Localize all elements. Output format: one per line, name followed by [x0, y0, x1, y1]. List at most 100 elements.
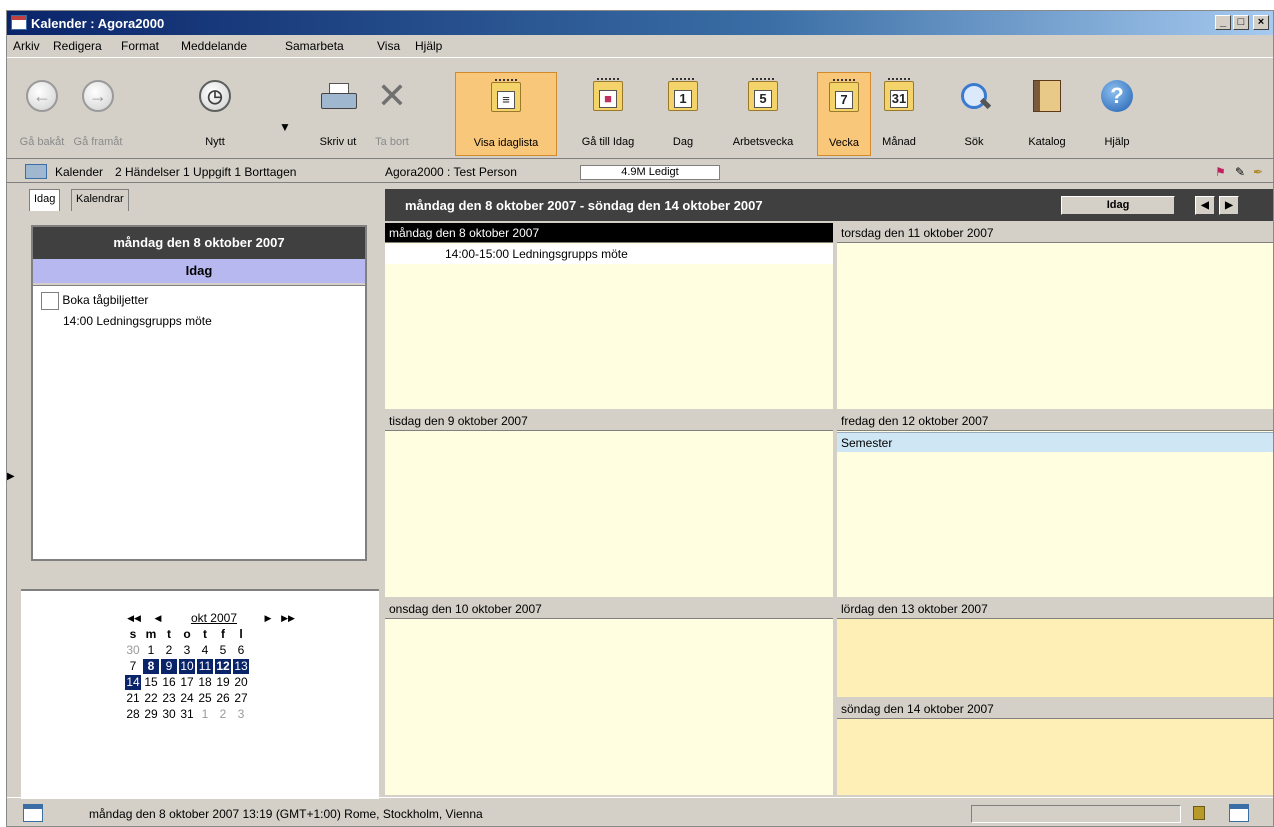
today-panel: måndag den 8 oktober 2007 Idag Boka tågb… — [31, 225, 367, 561]
tab-idag[interactable]: Idag — [29, 189, 61, 211]
month-view-button[interactable]: 31 Månad — [875, 76, 923, 156]
minical-day[interactable]: 10 — [179, 659, 195, 674]
today-event-item[interactable]: 14:00 Ledningsgrupps möte — [63, 314, 212, 332]
minical-day[interactable]: 6 — [233, 643, 249, 658]
minical-day[interactable]: 9 — [161, 659, 177, 674]
today-date-header: måndag den 8 oktober 2007 — [33, 227, 365, 259]
minical-day[interactable]: 14 — [125, 675, 141, 690]
minical-day[interactable]: 26 — [215, 691, 231, 706]
day-cell-wed[interactable]: onsdag den 10 oktober 2007 — [385, 599, 833, 795]
edit-icon[interactable]: ✎ — [1235, 165, 1245, 179]
back-button[interactable]: ← Gå bakåt — [17, 76, 67, 156]
minical-day[interactable]: 28 — [125, 707, 141, 722]
minical-day[interactable]: 25 — [197, 691, 213, 706]
weekday-label: m — [145, 627, 157, 641]
day-view-button[interactable]: 1 Dag — [663, 76, 703, 156]
minical-day[interactable]: 19 — [215, 675, 231, 690]
minimize-button[interactable]: _ — [1215, 15, 1231, 30]
day-title-wed: onsdag den 10 oktober 2007 — [385, 599, 833, 619]
minical-day[interactable]: 16 — [161, 675, 177, 690]
day-cell-fri[interactable]: fredag den 12 oktober 2007 Semester — [837, 411, 1273, 597]
folder-calendar-icon — [25, 164, 47, 179]
week-view-button[interactable]: 7 Vecka — [817, 72, 871, 156]
maximize-button[interactable]: □ — [1233, 15, 1249, 30]
week-today-button[interactable]: Idag — [1061, 196, 1175, 215]
task-checkbox[interactable] — [41, 292, 59, 310]
minical-day[interactable]: 1 — [197, 707, 213, 722]
minical-day[interactable]: 24 — [179, 691, 195, 706]
fri-event[interactable]: Semester — [837, 432, 1273, 452]
minical-day[interactable]: 8 — [143, 659, 159, 674]
minical-day[interactable]: 22 — [143, 691, 159, 706]
tab-kalendrar[interactable]: Kalendrar — [71, 189, 129, 211]
delete-button[interactable]: ✕ Ta bort — [367, 76, 417, 156]
minical-day[interactable]: 18 — [197, 675, 213, 690]
menu-visa[interactable]: Visa — [377, 39, 400, 53]
new-dropdown-arrow-icon[interactable]: ▼ — [279, 120, 291, 134]
agenda-button[interactable]: ≡ Visa idaglista — [455, 72, 557, 156]
button-minical-prev-month[interactable]: ◀ — [149, 613, 167, 624]
minical-month-label[interactable]: okt 2007 — [179, 611, 249, 625]
minical-day[interactable]: 11 — [197, 659, 213, 674]
minical-day[interactable]: 13 — [233, 659, 249, 674]
today-calendar-icon: ■ — [593, 78, 623, 111]
minical-day[interactable]: 2 — [161, 643, 177, 658]
print-button[interactable]: Skriv ut — [313, 76, 363, 156]
calendar-window: Kalender : Agora2000 _ □ × Arkiv Rediger… — [6, 10, 1274, 827]
minical-day[interactable]: 12 — [215, 659, 231, 674]
forward-button[interactable]: → Gå framåt — [71, 76, 125, 156]
minical-day[interactable]: 4 — [197, 643, 213, 658]
day-cell-mon[interactable]: måndag den 8 oktober 2007 14:00-15:00 Le… — [385, 223, 833, 409]
minical-day[interactable]: 23 — [161, 691, 177, 706]
search-icon — [959, 81, 989, 111]
week-title: måndag den 8 oktober 2007 - söndag den 1… — [405, 198, 763, 213]
minical-day[interactable]: 17 — [179, 675, 195, 690]
status-calendar-grid-icon[interactable] — [1229, 804, 1249, 822]
day-title-sat: lördag den 13 oktober 2007 — [837, 599, 1273, 619]
collapse-arrow-icon[interactable]: ▶ — [7, 471, 15, 482]
new-button[interactable]: ◷ Nytt — [185, 76, 245, 156]
lock-icon — [1193, 806, 1205, 820]
button-minical-next-year[interactable]: ▶▶ — [279, 613, 297, 624]
minical-day[interactable]: 3 — [233, 707, 249, 722]
minical-day[interactable]: 20 — [233, 675, 249, 690]
minical-day[interactable]: 21 — [125, 691, 141, 706]
minical-day[interactable]: 27 — [233, 691, 249, 706]
task-item[interactable]: Boka tågbiljetter — [41, 292, 148, 310]
catalog-button[interactable]: Katalog — [1015, 76, 1079, 156]
minical-day[interactable]: 30 — [125, 643, 141, 658]
button-minical-next-month[interactable]: ▶ — [259, 613, 277, 624]
workweek-view-button[interactable]: 5 Arbetsvecka — [717, 76, 809, 156]
minical-day[interactable]: 30 — [161, 707, 177, 722]
minical-day[interactable]: 31 — [179, 707, 195, 722]
search-button[interactable]: Sök — [949, 76, 999, 156]
menu-hjalp[interactable]: Hjälp — [415, 39, 442, 53]
day-cell-thu[interactable]: torsdag den 11 oktober 2007 — [837, 223, 1273, 409]
week-next-button[interactable]: ▶ — [1219, 196, 1239, 215]
minical-day[interactable]: 5 — [215, 643, 231, 658]
menu-format[interactable]: Format — [121, 39, 159, 53]
minical-day[interactable]: 1 — [143, 643, 159, 658]
mon-event[interactable]: 14:00-15:00 Ledningsgrupps möte — [385, 244, 833, 264]
minical-day[interactable]: 3 — [179, 643, 195, 658]
week-prev-button[interactable]: ◀ — [1195, 196, 1215, 215]
minical-day[interactable]: 29 — [143, 707, 159, 722]
agenda-calendar-icon: ≡ — [491, 79, 521, 112]
menu-bar: Arkiv Redigera Format Meddelande Samarbe… — [7, 35, 1273, 57]
minical-day[interactable]: 7 — [125, 659, 141, 674]
close-button[interactable]: × — [1253, 15, 1269, 30]
button-minical-prev-year[interactable]: ◀◀ — [125, 613, 143, 624]
help-button[interactable]: ? Hjälp — [1091, 76, 1143, 156]
goto-today-button[interactable]: ■ Gå till Idag — [573, 76, 643, 156]
pen-icon[interactable]: ✒ — [1253, 165, 1263, 179]
menu-samarbeta[interactable]: Samarbeta — [285, 39, 344, 53]
flag-icon[interactable]: ⚑ — [1215, 165, 1226, 179]
minical-day[interactable]: 15 — [143, 675, 159, 690]
day-cell-sun[interactable]: söndag den 14 oktober 2007 — [837, 699, 1273, 795]
minical-day[interactable]: 2 — [215, 707, 231, 722]
day-cell-tue[interactable]: tisdag den 9 oktober 2007 — [385, 411, 833, 597]
menu-arkiv[interactable]: Arkiv — [13, 39, 40, 53]
menu-redigera[interactable]: Redigera — [53, 39, 102, 53]
menu-meddelande[interactable]: Meddelande — [181, 39, 247, 53]
day-cell-sat[interactable]: lördag den 13 oktober 2007 — [837, 599, 1273, 697]
